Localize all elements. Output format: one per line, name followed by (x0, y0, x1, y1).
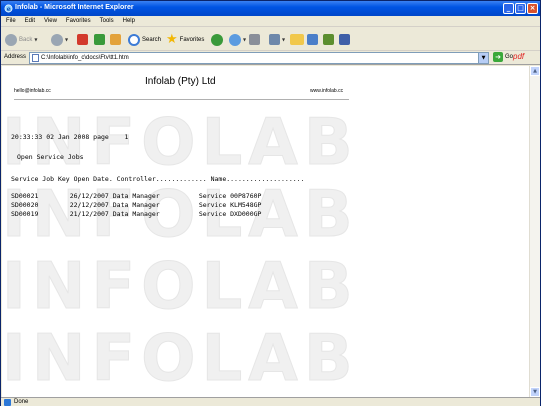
mail-icon (229, 33, 241, 46)
messenger-button[interactable] (323, 33, 334, 46)
menu-edit[interactable]: Edit (25, 18, 35, 24)
menu-file[interactable]: File (6, 18, 16, 24)
pdf-button[interactable]: pdf (513, 52, 524, 61)
address-label: Address (4, 54, 27, 60)
ie-icon: e (4, 4, 13, 13)
stop-button[interactable] (77, 33, 88, 46)
close-button[interactable]: × (527, 3, 538, 14)
history-icon (211, 33, 223, 46)
folder-icon (290, 34, 304, 45)
go-button[interactable]: ➜ Go (493, 52, 513, 62)
home-icon (110, 34, 121, 45)
minimize-button[interactable]: _ (503, 3, 514, 14)
go-arrow-icon: ➜ (493, 52, 503, 62)
address-value: C:\Infolab\info_c\docs\Ftv\tt1.htm (41, 55, 129, 61)
discuss-icon (339, 34, 350, 45)
print-button[interactable] (249, 33, 260, 46)
back-arrow-icon (5, 33, 17, 46)
go-label: Go (505, 54, 514, 60)
star-icon: ★ (166, 31, 178, 47)
menu-view[interactable]: View (44, 18, 57, 24)
status-bar: Done (1, 397, 540, 406)
table-header: Service Job Key Open Date. Controller...… (11, 175, 305, 183)
messenger-icon (323, 34, 334, 45)
dropdown-arrow-icon: ▼ (282, 37, 286, 42)
svg-text:e: e (7, 6, 11, 13)
watermark-row-3: INFOLAB (2, 250, 359, 325)
search-icon (128, 33, 140, 46)
forward-button[interactable]: ▼ (51, 33, 68, 46)
scroll-up-icon[interactable]: ▲ (530, 66, 540, 76)
report-timestamp: 20:33:33 02 Jan 2008 page 1 (11, 133, 129, 141)
research-icon (307, 34, 318, 45)
menu-favorites[interactable]: Favorites (66, 18, 91, 24)
company-name: Infolab (Pty) Ltd (145, 76, 216, 87)
edit-icon (269, 34, 280, 45)
watermark-row-1: INFOLAB (2, 106, 359, 181)
forward-arrow-icon (51, 33, 63, 46)
refresh-icon (94, 34, 105, 45)
home-button[interactable] (110, 33, 121, 46)
favorites-button[interactable]: ★ Favorites (166, 33, 204, 46)
dropdown-arrow-icon: ▼ (34, 37, 38, 42)
back-label: Back (19, 36, 33, 43)
address-bar: Address C:\Infolab\info_c\docs\Ftv\tt1.h… (1, 51, 540, 65)
watermark-row-4: INFOLAB (2, 322, 359, 397)
company-website: www.infolab.cc (310, 88, 344, 94)
header-divider (14, 99, 349, 100)
page-icon (32, 54, 39, 62)
address-input[interactable]: C:\Infolab\info_c\docs\Ftv\tt1.htm ▼ (29, 52, 489, 64)
standard-toolbar: Back ▼ ▼ Search ★ Favorites ▼ ▼ (1, 28, 540, 51)
menu-tools[interactable]: Tools (100, 18, 114, 24)
mail-button[interactable]: ▼ (229, 33, 246, 46)
search-button[interactable]: Search (128, 33, 161, 46)
table-row: SD00019 21/12/2007 Data Manager Service … (11, 210, 262, 218)
menu-bar: File Edit View Favorites Tools Help (1, 16, 540, 27)
window-title: Infolab - Microsoft Internet Explorer (15, 4, 134, 11)
refresh-button[interactable] (94, 33, 105, 46)
table-row: SD00021 26/12/2007 Data Manager Service … (11, 192, 262, 200)
menu-help[interactable]: Help (123, 18, 135, 24)
page-content[interactable]: INFOLAB INFOLAB INFOLAB INFOLAB Infolab … (2, 66, 529, 397)
table-row: SD00020 22/12/2007 Data Manager Service … (11, 201, 262, 209)
report-title: Open Service Jobs (17, 153, 84, 161)
dropdown-arrow-icon: ▼ (243, 37, 247, 42)
company-email: hello@infolab.cc (14, 88, 51, 94)
folder-button[interactable] (290, 33, 304, 46)
edit-button[interactable]: ▼ (269, 33, 285, 46)
discuss-button[interactable] (339, 33, 350, 46)
vertical-scrollbar[interactable]: ▲ ▼ (529, 66, 540, 397)
chevron-down-icon[interactable]: ▼ (478, 53, 488, 63)
status-text: Done (14, 399, 29, 405)
back-button[interactable]: Back ▼ (5, 33, 37, 46)
search-label: Search (142, 36, 162, 43)
page-done-icon (4, 399, 11, 406)
favorites-label: Favorites (179, 36, 205, 43)
dropdown-arrow-icon: ▼ (65, 37, 69, 42)
stop-icon (77, 34, 88, 45)
scroll-down-icon[interactable]: ▼ (530, 387, 540, 397)
print-icon (249, 34, 260, 45)
maximize-button[interactable]: □ (515, 3, 526, 14)
browser-window: e Infolab - Microsoft Internet Explorer … (0, 0, 541, 406)
history-button[interactable] (211, 33, 223, 46)
title-bar[interactable]: e Infolab - Microsoft Internet Explorer … (1, 1, 540, 16)
research-button[interactable] (307, 33, 318, 46)
